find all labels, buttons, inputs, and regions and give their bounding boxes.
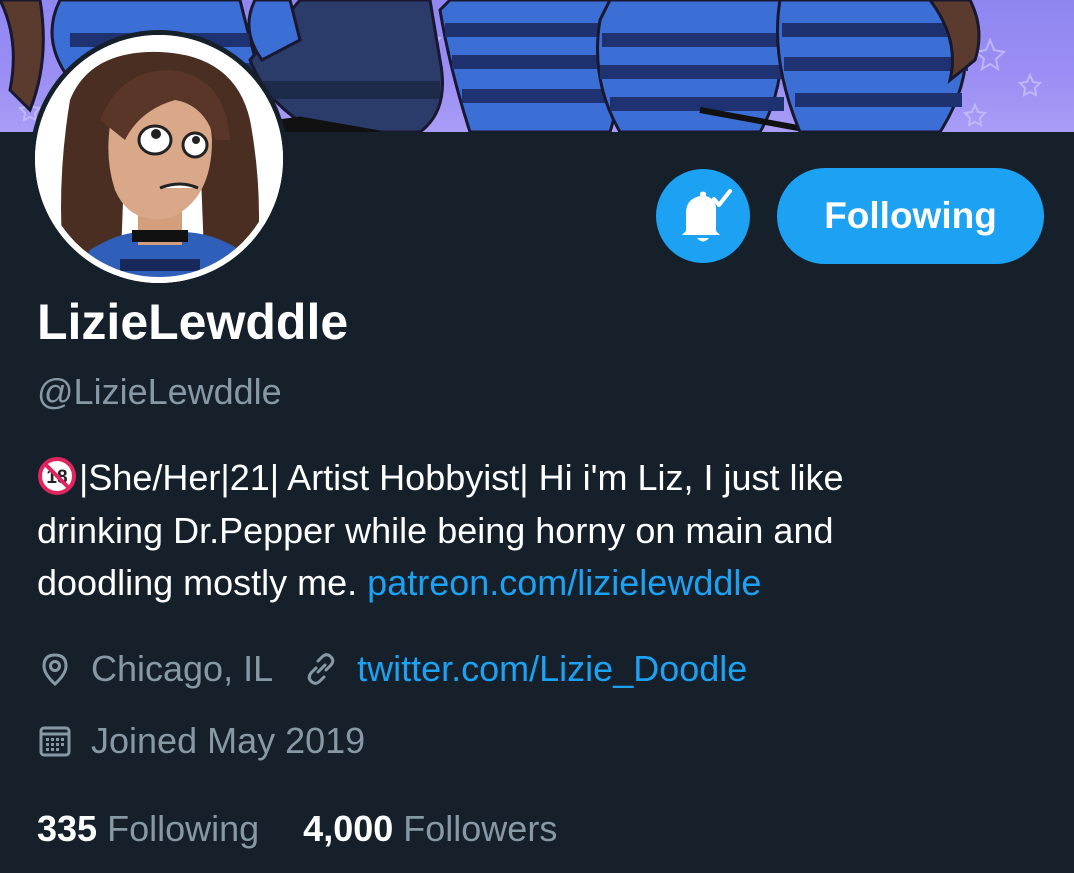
user-handle: @LizieLewddle	[37, 371, 282, 412]
bio-text-1: |She/Her|21| Artist Hobbyist| Hi i'm Liz…	[79, 457, 844, 498]
joined-date-text: Joined May 2019	[91, 720, 366, 761]
followers-stat[interactable]: 4,000 Followers	[303, 804, 557, 854]
bell-check-icon	[682, 189, 732, 242]
location-text: Chicago, IL	[91, 648, 274, 689]
profile-page: Following LizieLewddle @LizieLewddle 18 …	[0, 0, 1074, 873]
display-name: LizieLewddle	[37, 294, 349, 350]
following-stat[interactable]: 335 Following	[37, 804, 259, 854]
profile-bio: 18 |She/Her|21| Artist Hobbyist| Hi i'm …	[37, 452, 1037, 610]
profile-meta-location-website: Chicago, IL twitter.com/Lizie_Doodle	[37, 645, 747, 693]
calendar-icon	[39, 726, 71, 757]
bio-line-2: drinking Dr.Pepper while being horny on …	[37, 509, 834, 551]
following-count: 335	[37, 808, 98, 849]
no-under-18-icon: 18	[38, 457, 76, 495]
patreon-link[interactable]: patreon.com/lizielewddle	[367, 562, 761, 603]
link-icon	[307, 653, 335, 685]
following-label: Following	[107, 808, 260, 849]
website-link[interactable]: twitter.com/Lizie_Doodle	[357, 645, 747, 693]
profile-meta-joined: Joined May 2019	[37, 717, 365, 765]
bio-line-1: 18 |She/Her|21| Artist Hobbyist| Hi i'm …	[37, 452, 1037, 505]
followers-count: 4,000	[303, 808, 394, 849]
bio-line-3: doodling mostly me. patreon.com/lizielew…	[37, 557, 1037, 610]
avatar-illustration	[35, 35, 283, 283]
profile-avatar[interactable]	[30, 30, 288, 288]
profile-stats: 335 Following 4,000 Followers	[37, 804, 557, 854]
location-pin-icon	[42, 653, 68, 687]
following-button[interactable]: Following	[777, 168, 1044, 264]
followers-label: Followers	[403, 808, 558, 849]
notifications-toggle-button[interactable]	[656, 169, 750, 263]
bio-text-3: doodling mostly me.	[37, 562, 358, 603]
